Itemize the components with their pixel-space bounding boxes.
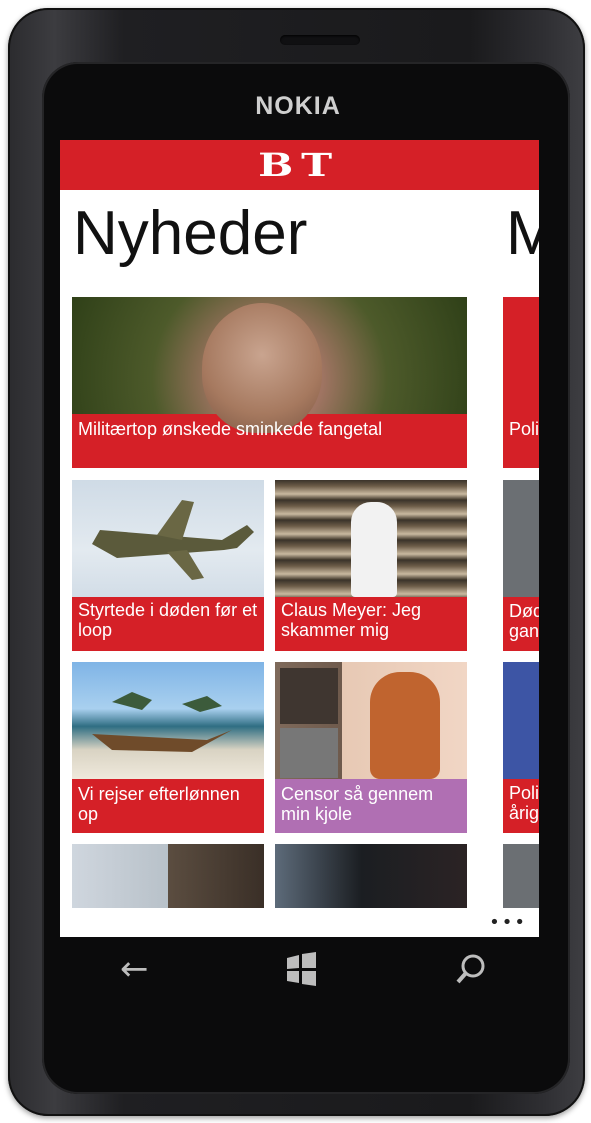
news-tile-5[interactable]: Censor så gennem min kjole	[275, 662, 467, 833]
woman-shape	[370, 672, 440, 779]
boat-icon	[92, 692, 232, 752]
tile-image-beach	[72, 662, 264, 779]
peek-tile-2[interactable]	[503, 480, 539, 597]
windows-icon[interactable]	[284, 952, 318, 992]
tile-image-portrait	[72, 297, 467, 433]
bt-logo: BT	[258, 146, 340, 184]
face-shape	[202, 303, 322, 433]
peek-tile-2-caption[interactable]: Død gan	[503, 597, 539, 651]
news-tile-6[interactable]	[72, 844, 264, 908]
screen: BT Nyheder M Militærtop ønskede sminkede…	[60, 140, 539, 937]
news-tile-3[interactable]: Claus Meyer: Jeg skammer mig	[275, 480, 467, 651]
peek-caption: Poli	[509, 419, 539, 439]
photo-frame-1	[280, 668, 338, 724]
tile-image-men	[72, 844, 264, 908]
news-tile-2[interactable]: Styrtede i døden før et loop	[72, 480, 264, 651]
back-icon[interactable]: ←	[120, 952, 149, 986]
peek-tile-3[interactable]	[503, 662, 539, 779]
tile-caption: Claus Meyer: Jeg skammer mig	[281, 600, 422, 640]
pivot-title-next[interactable]: M	[506, 199, 539, 268]
photo-frame-2	[280, 728, 338, 778]
news-tile-1[interactable]: Militærtop ønskede sminkede fangetal	[72, 297, 467, 468]
peek-tile-1[interactable]: Poli	[503, 297, 539, 468]
device-brand: NOKIA	[255, 92, 341, 120]
peek-tile-3-caption[interactable]: Poli årig	[503, 779, 539, 833]
app-header: BT	[60, 140, 539, 190]
plane-icon	[92, 500, 254, 580]
windows-logo-icon	[287, 952, 316, 986]
magnifier-icon	[456, 954, 485, 984]
peek-caption: Død gan	[509, 601, 539, 641]
search-icon[interactable]	[455, 952, 489, 992]
tile-caption: Censor så gennem min kjole	[281, 784, 434, 824]
tile-image-eye	[275, 844, 467, 908]
news-tile-7[interactable]	[275, 844, 467, 908]
tile-caption: Militærtop ønskede sminkede fangetal	[78, 419, 383, 439]
tile-caption: Vi rejser efterlønnen op	[78, 784, 240, 824]
peek-caption: Poli årig	[509, 783, 539, 823]
earpiece	[280, 35, 360, 45]
pivot-title-nyheder[interactable]: Nyheder	[73, 199, 307, 268]
appbar-more-button[interactable]: •••	[487, 914, 527, 932]
tile-caption: Styrtede i døden før et loop	[78, 600, 258, 640]
tile-image-plane	[72, 480, 264, 597]
tile-image-collage	[275, 662, 467, 779]
tile-image-shelf	[275, 480, 467, 597]
news-tile-4[interactable]: Vi rejser efterlønnen op	[72, 662, 264, 833]
person-shape	[351, 502, 397, 597]
peek-tile-4[interactable]	[503, 844, 539, 908]
